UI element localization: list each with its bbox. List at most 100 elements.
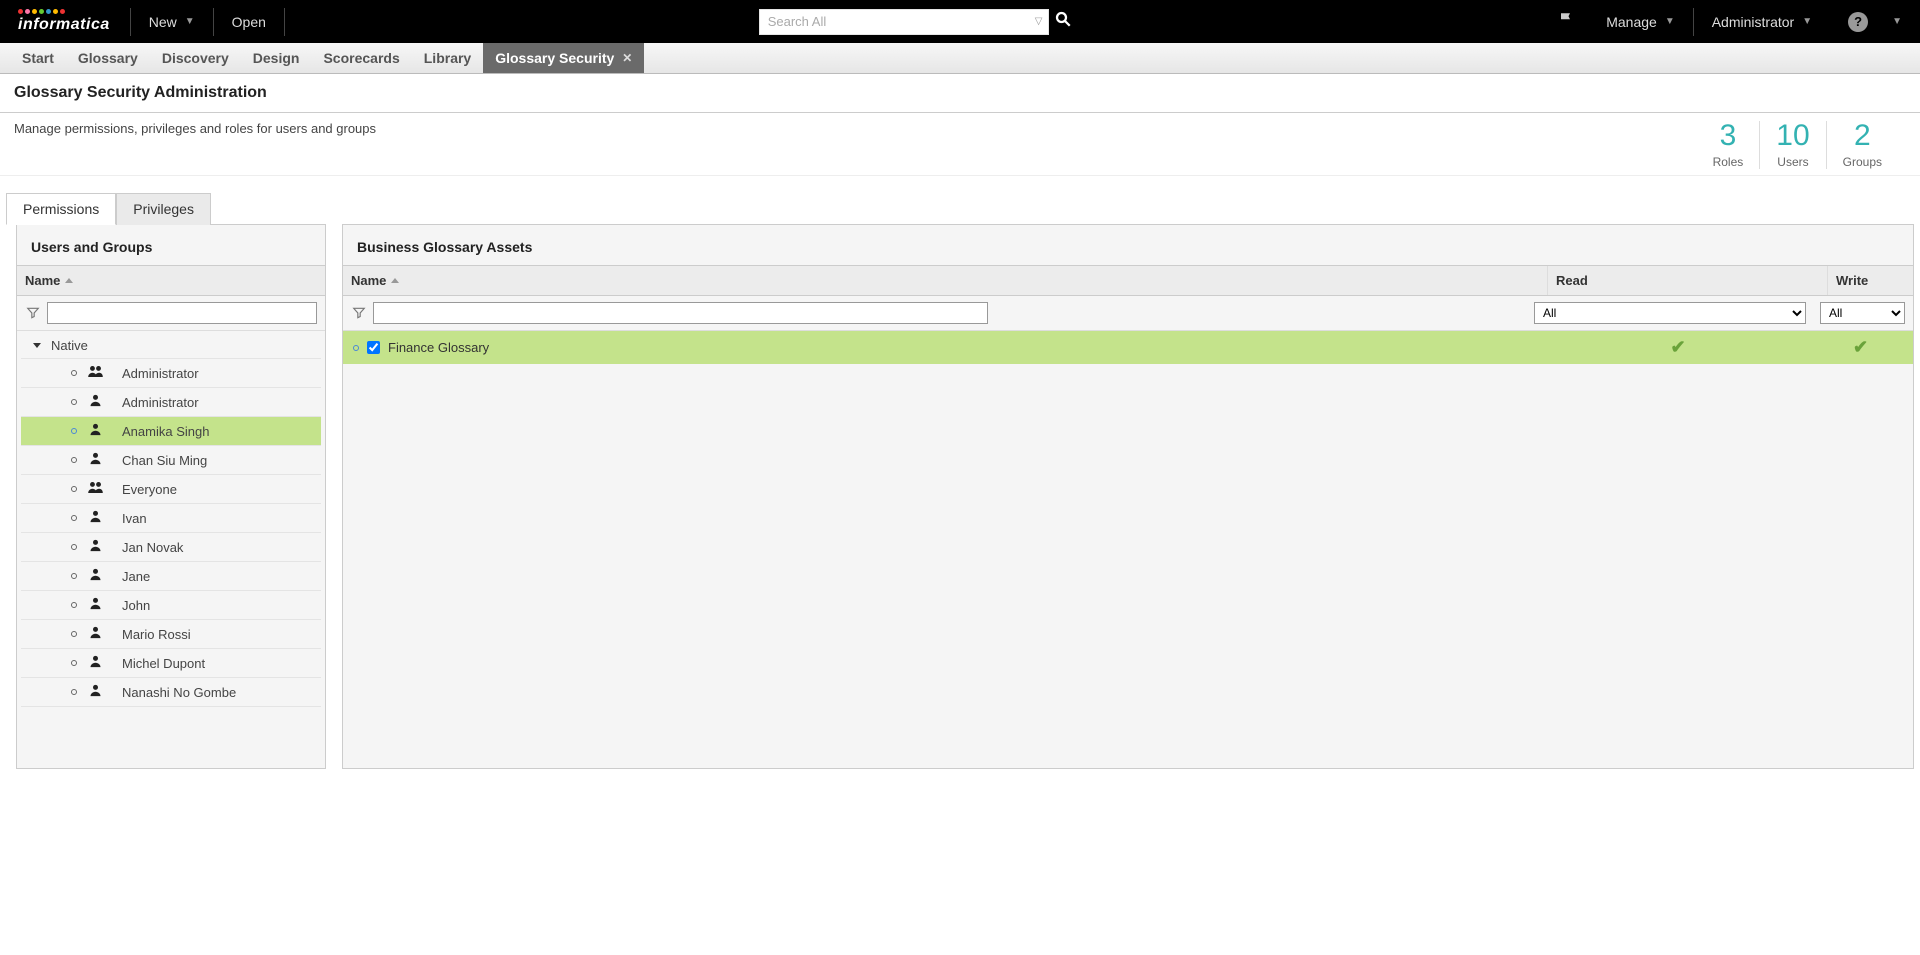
manage-label: Manage xyxy=(1606,14,1657,30)
user-icon xyxy=(87,451,104,469)
read-filter-select[interactable]: All xyxy=(1534,302,1806,324)
search-icon[interactable] xyxy=(1054,10,1072,33)
new-menu[interactable]: New ▼ xyxy=(131,14,213,30)
count-label: Users xyxy=(1776,155,1809,169)
bullet-icon xyxy=(71,602,77,608)
user-name: Ivan xyxy=(112,511,147,526)
user-name: John xyxy=(112,598,150,613)
search-scope-dropdown[interactable]: ▽ xyxy=(1035,16,1043,27)
search-input[interactable] xyxy=(759,9,1049,35)
more-menu[interactable]: ▼ xyxy=(1886,16,1920,27)
col-name-label: Name xyxy=(351,273,386,288)
nav-tab-scorecards[interactable]: Scorecards xyxy=(311,43,411,73)
user-item[interactable]: Jane xyxy=(21,562,321,591)
left-col-name[interactable]: Name xyxy=(17,266,325,295)
bullet-icon xyxy=(71,370,77,376)
user-name: Michel Dupont xyxy=(112,656,205,671)
asset-checkbox[interactable] xyxy=(367,341,380,354)
expander-icon xyxy=(33,343,41,348)
sort-asc-icon xyxy=(391,278,399,283)
nav-tab-label: Scorecards xyxy=(323,50,399,66)
user-item[interactable]: Administrator xyxy=(21,359,321,388)
user-icon xyxy=(87,567,104,585)
nav-tab-label: Library xyxy=(424,50,471,66)
col-write[interactable]: Write xyxy=(1828,266,1913,295)
group-label: Native xyxy=(51,338,88,353)
filter-icon[interactable] xyxy=(25,306,41,320)
nav-tab-start[interactable]: Start xyxy=(10,43,66,73)
nav-tab-discovery[interactable]: Discovery xyxy=(150,43,241,73)
left-filter-input[interactable] xyxy=(47,302,317,324)
logo-dots xyxy=(18,9,65,14)
user-name: Everyone xyxy=(112,482,177,497)
read-permission-icon: ✔ xyxy=(1538,337,1818,358)
assets-list: Finance Glossary✔✔ xyxy=(343,331,1913,364)
col-write-label: Write xyxy=(1836,273,1868,288)
flag-icon[interactable] xyxy=(1546,11,1588,32)
user-item[interactable]: Chan Siu Ming xyxy=(21,446,321,475)
count-roles: 3Roles xyxy=(1697,121,1760,169)
user-item[interactable]: John xyxy=(21,591,321,620)
user-name: Nanashi No Gombe xyxy=(112,685,236,700)
help-button[interactable]: ? xyxy=(1830,12,1886,32)
bullet-icon xyxy=(71,573,77,579)
open-button[interactable]: Open xyxy=(214,14,284,30)
nav-tab-label: Discovery xyxy=(162,50,229,66)
bullet-icon xyxy=(71,544,77,550)
asset-row[interactable]: Finance Glossary✔✔ xyxy=(343,331,1913,364)
nav-tab-glossary-security[interactable]: Glossary Security✕ xyxy=(483,43,644,73)
search-wrap: ▽ xyxy=(743,9,1089,35)
count-number: 2 xyxy=(1843,121,1882,151)
user-name: Anamika Singh xyxy=(112,424,209,439)
user-item[interactable]: Administrator xyxy=(21,388,321,417)
bullet-icon xyxy=(71,515,77,521)
bullet-icon xyxy=(353,345,359,351)
user-label: Administrator xyxy=(1712,14,1794,30)
user-menu[interactable]: Administrator ▼ xyxy=(1694,14,1830,30)
bullet-icon xyxy=(71,457,77,463)
chevron-down-icon: ▼ xyxy=(1802,16,1812,27)
tree-group-native[interactable]: Native xyxy=(21,333,321,359)
subtab-permissions[interactable]: Permissions xyxy=(6,193,116,225)
left-filter-row xyxy=(17,296,325,331)
subtab-privileges[interactable]: Privileges xyxy=(116,193,211,225)
col-read[interactable]: Read xyxy=(1548,266,1828,295)
nav-tab-library[interactable]: Library xyxy=(412,43,483,73)
user-icon xyxy=(87,538,104,556)
nav-tab-design[interactable]: Design xyxy=(241,43,312,73)
user-name: Administrator xyxy=(112,395,199,410)
top-right: Manage ▼ Administrator ▼ ? ▼ xyxy=(1546,8,1920,36)
col-name[interactable]: Name xyxy=(343,266,1548,295)
page-description: Manage permissions, privileges and roles… xyxy=(14,121,376,169)
user-icon xyxy=(87,683,104,701)
user-item[interactable]: Jan Novak xyxy=(21,533,321,562)
nav-tab-label: Start xyxy=(22,50,54,66)
user-item[interactable]: Nanashi No Gombe xyxy=(21,678,321,707)
user-item[interactable]: Mario Rossi xyxy=(21,620,321,649)
asset-name: Finance Glossary xyxy=(388,340,489,355)
count-label: Groups xyxy=(1843,155,1882,169)
count-number: 10 xyxy=(1776,121,1809,151)
chevron-down-icon: ▼ xyxy=(1665,16,1675,27)
new-label: New xyxy=(149,14,177,30)
asset-filter-input[interactable] xyxy=(373,302,988,324)
user-item[interactable]: Michel Dupont xyxy=(21,649,321,678)
user-item[interactable]: Ivan xyxy=(21,504,321,533)
bullet-icon xyxy=(71,660,77,666)
sort-asc-icon xyxy=(65,278,73,283)
right-column-header: Name Read Write xyxy=(343,265,1913,296)
close-icon[interactable]: ✕ xyxy=(622,51,632,65)
write-filter-select[interactable]: All xyxy=(1820,302,1905,324)
user-item[interactable]: Everyone xyxy=(21,475,321,504)
manage-menu[interactable]: Manage ▼ xyxy=(1588,14,1693,30)
user-icon xyxy=(87,393,104,411)
user-icon xyxy=(87,422,104,440)
nav-tab-glossary[interactable]: Glossary xyxy=(66,43,150,73)
nav-tab-label: Glossary xyxy=(78,50,138,66)
left-col-name-label: Name xyxy=(25,273,60,288)
user-item[interactable]: Anamika Singh xyxy=(21,417,321,446)
filter-icon[interactable] xyxy=(351,306,367,320)
user-name: Administrator xyxy=(112,366,199,381)
left-panel-title: Users and Groups xyxy=(17,225,325,265)
bullet-icon xyxy=(71,486,77,492)
